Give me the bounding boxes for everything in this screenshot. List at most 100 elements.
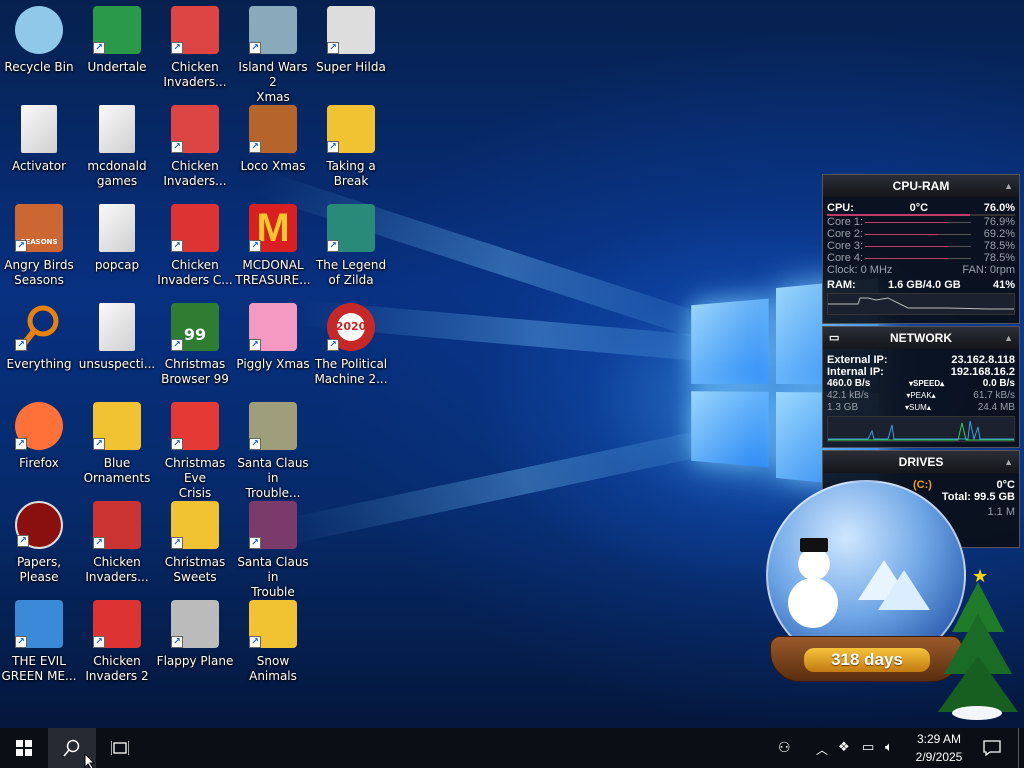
drives-gadget-header[interactable]: DRIVES ▲ bbox=[823, 451, 1019, 473]
core-label: Core 4: bbox=[827, 252, 864, 264]
desktop-icon[interactable]: ↗ Flappy Plane bbox=[156, 596, 234, 692]
shortcut-arrow-icon: ↗ bbox=[93, 537, 105, 549]
network-title: NETWORK bbox=[890, 331, 952, 345]
network-icon[interactable]: ▭ bbox=[862, 740, 874, 755]
desktop-icon[interactable]: ↗ Chicken Invaders C... bbox=[156, 200, 234, 296]
folder-icon bbox=[21, 105, 57, 153]
mouse-cursor-icon bbox=[84, 754, 96, 768]
clock-date: 2/9/2025 bbox=[915, 750, 963, 764]
desktop-icon[interactable]: ↗ The Legend of Zilda bbox=[312, 200, 390, 296]
cpu-temp: 0°C bbox=[909, 202, 929, 214]
network-gadget-header[interactable]: ▭ NETWORK ▲ bbox=[823, 327, 1019, 349]
desktop-icon-label: Papers, Please bbox=[16, 555, 62, 584]
desktop-icon[interactable]: ↗ Everything bbox=[0, 299, 78, 395]
desktop-icon[interactable]: Recycle Bin bbox=[0, 2, 78, 98]
show-desktop-button[interactable] bbox=[1018, 728, 1019, 768]
task-view-button[interactable] bbox=[96, 728, 144, 768]
cpu-core-row: Core 1: 76.9% bbox=[823, 216, 1019, 228]
desktop-icon[interactable]: ↗ Chicken Invaders... bbox=[78, 497, 156, 593]
shortcut-arrow-icon: ↗ bbox=[171, 438, 183, 450]
volume-icon[interactable]: 🔈︎ bbox=[885, 740, 893, 755]
people-icon[interactable]: ⚇ bbox=[778, 740, 791, 756]
shortcut-arrow-icon: ↗ bbox=[249, 42, 261, 54]
core-usage-line bbox=[865, 246, 971, 247]
desktop-icon-label: Flappy Plane bbox=[156, 654, 234, 668]
collapse-caret-icon[interactable]: ▲ bbox=[1004, 327, 1013, 349]
desktop-icon[interactable]: popcap bbox=[78, 200, 156, 296]
internal-ip: 192.168.16.2 bbox=[950, 366, 1015, 378]
shortcut-arrow-icon: ↗ bbox=[171, 339, 183, 351]
loco-xmas-icon: ↗ bbox=[249, 105, 297, 153]
mcdonalds-icon: M ↗ bbox=[249, 204, 297, 252]
collapse-caret-icon[interactable]: ▲ bbox=[1004, 175, 1013, 197]
cpu-percent: 76.0% bbox=[983, 202, 1015, 214]
chicken-icon: ↗ bbox=[93, 600, 141, 648]
desktop-icon[interactable]: ↗ Piggly Xmas bbox=[234, 299, 312, 395]
sum-label: SUM bbox=[909, 403, 927, 412]
desktop-icon[interactable]: ↗ Taking a Break bbox=[312, 101, 390, 197]
desktop-icon[interactable]: ↗ Firefox bbox=[0, 398, 78, 494]
drive-temp: 0°C bbox=[996, 479, 1015, 491]
desktop-icon[interactable]: 99 ↗ Christmas Browser 99 bbox=[156, 299, 234, 395]
cpu-ram-gadget[interactable]: CPU-RAM ▲ CPU: 0°C 76.0% Core 1: 76.9% Cor… bbox=[822, 174, 1020, 324]
desktop-icon[interactable]: ↗Santa Claus in Trouble... A... bbox=[234, 398, 312, 515]
shortcut-arrow-icon: ↗ bbox=[171, 141, 183, 153]
cpu-core-row: Core 2: 69.2% bbox=[823, 228, 1019, 240]
shortcut-arrow-icon: ↗ bbox=[15, 240, 27, 252]
network-gadget[interactable]: ▭ NETWORK ▲ External IP: 23.162.8.118 In… bbox=[822, 326, 1020, 448]
desktop-icon-label: Loco Xmas bbox=[240, 159, 306, 173]
cpu-ram-gadget-header[interactable]: CPU-RAM ▲ bbox=[823, 175, 1019, 197]
snow-animals-icon: ↗ bbox=[249, 600, 297, 648]
desktop-icon[interactable]: ↗ Chicken Invaders... bbox=[156, 2, 234, 98]
desktop-icon[interactable]: unsuspecti... bbox=[78, 299, 156, 395]
desktop-icon[interactable]: ↗ Christmas Sweets bbox=[156, 497, 234, 593]
peak-label: PEAK bbox=[910, 391, 932, 400]
desktop-icon[interactable]: ↗ Super Hilda bbox=[312, 2, 390, 98]
desktop-icon[interactable]: mcdonald games bbox=[78, 101, 156, 197]
collapse-caret-icon[interactable]: ▲ bbox=[1004, 451, 1013, 473]
angry-birds-icon: SEASONS ↗ bbox=[15, 204, 63, 252]
desktop-icon-label: Angry Birds Seasons bbox=[4, 258, 74, 287]
chicken-icon: ↗ bbox=[171, 6, 219, 54]
show-hidden-icons-chevron-icon[interactable]: ︿ bbox=[816, 741, 828, 758]
taskbar-clock[interactable]: 3:29 AM 2/9/2025 bbox=[906, 730, 972, 766]
desktop-icon-label: THE EVIL GREEN ME... bbox=[1, 654, 77, 683]
chicken-icon: ↗ bbox=[171, 204, 219, 252]
desktop-icon[interactable]: ↗ Chicken Invaders... bbox=[156, 101, 234, 197]
shortcut-arrow-icon: ↗ bbox=[17, 535, 29, 547]
shortcut-arrow-icon: ↗ bbox=[15, 636, 27, 648]
undertale-icon: ↗ bbox=[93, 6, 141, 54]
desktop-icon[interactable]: ↗ Island Wars 2 Xmas bbox=[234, 2, 312, 104]
desktop-icon[interactable]: 2020 ↗ The Political Machine 2... bbox=[312, 299, 390, 395]
shortcut-arrow-icon: ↗ bbox=[249, 438, 261, 450]
shortcut-arrow-icon: ↗ bbox=[249, 537, 261, 549]
desktop-icon[interactable]: ↗ Snow Animals bbox=[234, 596, 312, 692]
tray-app-icon[interactable]: ❖ bbox=[838, 740, 850, 755]
shortcut-arrow-icon: ↗ bbox=[93, 636, 105, 648]
desktop-icon[interactable]: M ↗ MCDONAL TREASURE... bbox=[234, 200, 312, 296]
desktop-icon[interactable]: ↗ Loco Xmas bbox=[234, 101, 312, 197]
desktop-icon[interactable]: ↗ Christmas Eve Crisis bbox=[156, 398, 234, 500]
desktop-icon[interactable]: ↗ THE EVIL GREEN ME... bbox=[0, 596, 78, 692]
desktop-icon[interactable]: ↗ Papers, Please bbox=[0, 497, 78, 593]
start-button[interactable] bbox=[0, 728, 48, 768]
chicken-icon: ↗ bbox=[171, 105, 219, 153]
core-label: Core 2: bbox=[827, 228, 864, 240]
desktop-icon[interactable]: ↗ Blue Ornaments bbox=[78, 398, 156, 494]
desktop-icon-label: Undertale bbox=[87, 60, 147, 74]
action-center-button[interactable] bbox=[978, 728, 1006, 768]
days-countdown: 318 days bbox=[804, 648, 930, 672]
desktop-icon[interactable]: ↗ Undertale bbox=[78, 2, 156, 98]
shortcut-arrow-icon: ↗ bbox=[327, 42, 339, 54]
flappy-plane-icon: ↗ bbox=[171, 600, 219, 648]
desktop-icon[interactable]: SEASONS ↗ Angry Birds Seasons bbox=[0, 200, 78, 296]
desktop-icon-label: unsuspecti... bbox=[78, 357, 156, 371]
desktop-icon[interactable]: ↗ Santa Claus in Trouble bbox=[234, 497, 312, 599]
firefox-icon: ↗ bbox=[15, 402, 63, 450]
santa-claus-icon: ↗ bbox=[249, 402, 297, 450]
desktop-icon[interactable]: ↗ Chicken Invaders 2 bbox=[78, 596, 156, 692]
desktop-icon[interactable]: Activator bbox=[0, 101, 78, 197]
shortcut-arrow-icon: ↗ bbox=[15, 438, 27, 450]
search-icon bbox=[63, 739, 80, 757]
shortcut-arrow-icon: ↗ bbox=[171, 240, 183, 252]
